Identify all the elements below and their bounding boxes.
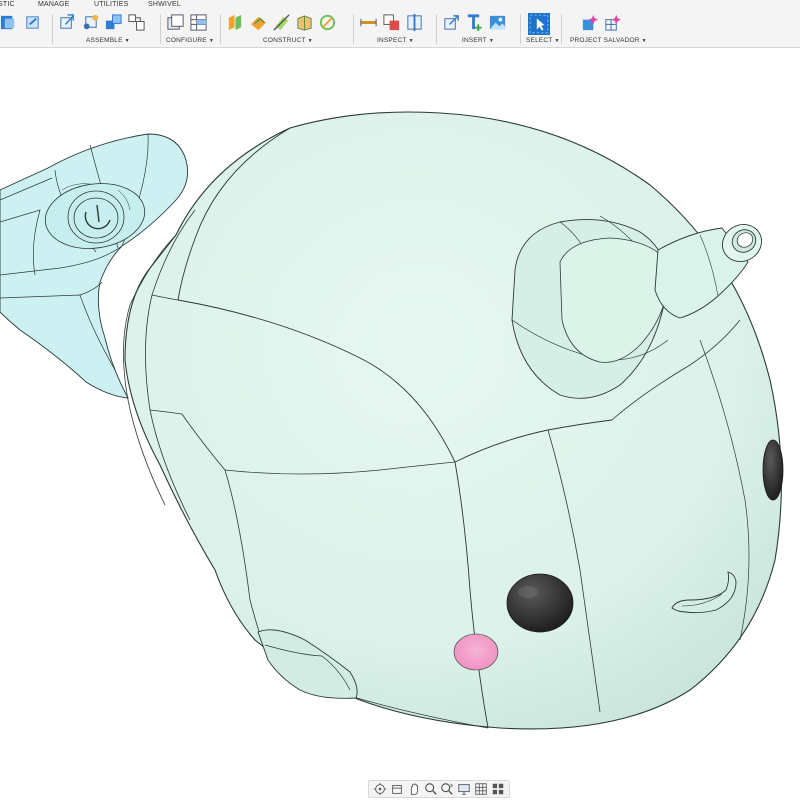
fusion-window: STIC MANAGE UTILITIES SHWIVEL ASSEMBLE ▼… bbox=[0, 0, 800, 800]
axis-through-cylinder-icon[interactable] bbox=[272, 13, 291, 32]
group-insert: INSERT ▼ bbox=[442, 10, 520, 48]
group-construct: CONSTRUCT ▼ bbox=[226, 10, 351, 48]
separator bbox=[220, 14, 221, 44]
plastic-rule-icon[interactable] bbox=[0, 13, 19, 32]
separator bbox=[52, 14, 53, 44]
separator bbox=[160, 14, 161, 44]
inspect-label-text: INSPECT bbox=[377, 37, 407, 44]
configure-label-text: CONFIGURE bbox=[166, 37, 207, 44]
eye-left[interactable] bbox=[506, 573, 574, 633]
configure-caret-icon: ▼ bbox=[208, 38, 214, 44]
insert-canvas-icon[interactable] bbox=[488, 13, 507, 32]
body-shell[interactable] bbox=[123, 111, 782, 730]
separator bbox=[561, 14, 562, 44]
model-viewport[interactable] bbox=[0, 48, 800, 778]
separator bbox=[436, 14, 437, 44]
plastic-part-icon[interactable] bbox=[23, 13, 42, 32]
zoom-window-icon[interactable] bbox=[440, 782, 454, 796]
group-configure: CONFIGURE ▼ bbox=[166, 10, 216, 48]
group-partial-left bbox=[0, 10, 50, 48]
ribbon-tabs: STIC MANAGE UTILITIES SHWIVEL bbox=[0, 0, 800, 10]
orbit-icon[interactable] bbox=[373, 782, 387, 796]
tab-manage[interactable]: MANAGE bbox=[38, 0, 70, 9]
construct-label-text: CONSTRUCT bbox=[263, 37, 306, 44]
tab-plastic[interactable]: STIC bbox=[0, 0, 15, 9]
insert-label-text: INSERT bbox=[462, 37, 487, 44]
as-built-joint-icon[interactable] bbox=[104, 13, 123, 32]
assemble-label-text: ASSEMBLE bbox=[86, 37, 123, 44]
display-settings-icon[interactable] bbox=[457, 782, 471, 796]
pan-icon[interactable] bbox=[407, 782, 421, 796]
motion-link-icon[interactable] bbox=[127, 13, 146, 32]
group-select: SELECT ▼ bbox=[526, 10, 560, 48]
tab-shwivel[interactable]: SHWIVEL bbox=[148, 0, 181, 9]
navigation-bar bbox=[368, 780, 510, 798]
salvador-generate-icon[interactable] bbox=[603, 13, 622, 32]
joint-icon[interactable] bbox=[81, 13, 100, 32]
tab-utilities[interactable]: UTILITIES bbox=[94, 0, 128, 9]
group-label-assemble[interactable]: ASSEMBLE ▼ bbox=[86, 37, 130, 44]
plane-through-points-icon[interactable] bbox=[295, 13, 314, 32]
point-icon[interactable] bbox=[318, 13, 337, 32]
insert-mesh-icon[interactable] bbox=[465, 13, 484, 32]
group-project-salvador: PROJECT SALVADOR ▼ bbox=[568, 10, 648, 48]
configuration-table-icon[interactable] bbox=[189, 13, 208, 32]
insert-caret-icon: ▼ bbox=[488, 38, 495, 44]
group-inspect: INSPECT ▼ bbox=[359, 10, 434, 48]
salvador-assistant-icon[interactable] bbox=[580, 13, 599, 32]
inspect-caret-icon: ▼ bbox=[408, 38, 414, 44]
select-caret-icon: ▼ bbox=[554, 38, 560, 44]
project-salvador-label-text: PROJECT SALVADOR bbox=[570, 37, 640, 44]
assemble-caret-icon: ▼ bbox=[124, 38, 130, 44]
group-label-configure[interactable]: CONFIGURE ▼ bbox=[166, 37, 214, 44]
configure-design-icon[interactable] bbox=[166, 13, 185, 32]
select-label-text: SELECT bbox=[526, 37, 553, 44]
construct-caret-icon: ▼ bbox=[307, 38, 313, 44]
new-component-icon[interactable] bbox=[58, 13, 77, 32]
offset-plane-icon[interactable] bbox=[226, 13, 245, 32]
interference-icon[interactable] bbox=[382, 13, 401, 32]
cheek-blush[interactable] bbox=[453, 633, 499, 671]
eye-right[interactable] bbox=[762, 439, 784, 501]
plane-at-angle-icon[interactable] bbox=[249, 13, 268, 32]
ribbon-toolbar: STIC MANAGE UTILITIES SHWIVEL ASSEMBLE ▼… bbox=[0, 0, 800, 48]
measure-icon[interactable] bbox=[359, 13, 378, 32]
zoom-icon[interactable] bbox=[424, 782, 438, 796]
group-label-insert[interactable]: INSERT ▼ bbox=[462, 37, 494, 44]
group-label-construct[interactable]: CONSTRUCT ▼ bbox=[263, 37, 313, 44]
separator bbox=[520, 14, 521, 44]
section-analysis-icon[interactable] bbox=[405, 13, 424, 32]
select-cursor-icon[interactable] bbox=[528, 13, 550, 35]
grid-settings-icon[interactable] bbox=[474, 782, 488, 796]
group-label-select[interactable]: SELECT ▼ bbox=[526, 37, 560, 44]
insert-derive-icon[interactable] bbox=[442, 13, 461, 32]
group-label-inspect[interactable]: INSPECT ▼ bbox=[377, 37, 414, 44]
look-at-icon[interactable] bbox=[390, 782, 404, 796]
viewport-canvas[interactable] bbox=[0, 48, 800, 778]
viewports-icon[interactable] bbox=[491, 782, 505, 796]
group-label-project-salvador[interactable]: PROJECT SALVADOR ▼ bbox=[570, 37, 647, 44]
separator bbox=[353, 14, 354, 44]
project-salvador-caret-icon: ▼ bbox=[641, 38, 647, 44]
group-assemble: ASSEMBLE ▼ bbox=[58, 10, 158, 48]
